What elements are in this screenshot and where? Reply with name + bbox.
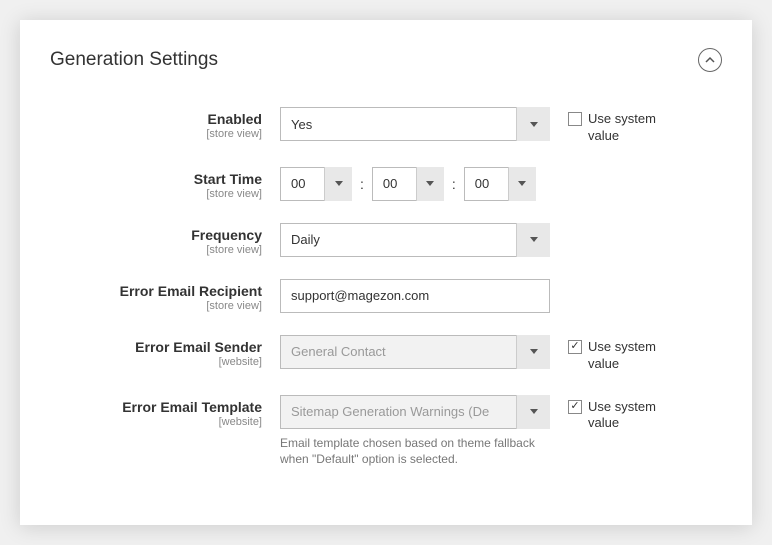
label-col: Error Email Sender [website]: [50, 335, 280, 368]
start-time-minute-value[interactable]: [372, 167, 444, 201]
frequency-label: Frequency: [50, 227, 262, 243]
row-start-time: Start Time [store view] : :: [50, 167, 722, 201]
error-recipient-scope: [store view]: [50, 300, 262, 312]
error-template-scope: [website]: [50, 416, 262, 428]
control-col: [280, 335, 550, 369]
control-col: [280, 223, 550, 257]
frequency-select-value[interactable]: [280, 223, 550, 257]
start-time-second-value[interactable]: [464, 167, 536, 201]
use-system-label: Use system value: [588, 339, 678, 373]
use-system-label: Use system value: [588, 111, 678, 145]
start-time-second-select[interactable]: [464, 167, 536, 201]
error-sender-scope: [website]: [50, 356, 262, 368]
label-col: Frequency [store view]: [50, 223, 280, 256]
enabled-select-value[interactable]: [280, 107, 550, 141]
control-col: : :: [280, 167, 550, 201]
start-time-group: : :: [280, 167, 550, 201]
start-time-scope: [store view]: [50, 188, 262, 200]
extra-col: Use system value: [550, 335, 678, 373]
panel-title: Generation Settings: [50, 49, 218, 71]
frequency-select[interactable]: [280, 223, 550, 257]
control-col: Email template chosen based on theme fal…: [280, 395, 550, 469]
start-time-label: Start Time: [50, 171, 262, 187]
enabled-label: Enabled: [50, 111, 262, 127]
enabled-use-system-checkbox[interactable]: Use system value: [568, 111, 678, 145]
extra-col: Use system value: [550, 395, 678, 433]
label-col: Error Email Recipient [store view]: [50, 279, 280, 312]
start-time-hour-value[interactable]: [280, 167, 352, 201]
row-error-recipient: Error Email Recipient [store view]: [50, 279, 722, 313]
panel-header: Generation Settings: [50, 48, 722, 72]
enabled-scope: [store view]: [50, 128, 262, 140]
checkbox-icon: [568, 112, 582, 126]
row-error-sender: Error Email Sender [website] Use system …: [50, 335, 722, 373]
frequency-scope: [store view]: [50, 244, 262, 256]
checkbox-checked-icon: [568, 400, 582, 414]
checkbox-checked-icon: [568, 340, 582, 354]
start-time-minute-select[interactable]: [372, 167, 444, 201]
enabled-select[interactable]: [280, 107, 550, 141]
error-recipient-input[interactable]: [280, 279, 550, 313]
error-sender-label: Error Email Sender: [50, 339, 262, 355]
collapse-toggle-button[interactable]: [698, 48, 722, 72]
row-enabled: Enabled [store view] Use system value: [50, 107, 722, 145]
use-system-label: Use system value: [588, 399, 678, 433]
error-template-value: [280, 395, 550, 429]
row-error-template: Error Email Template [website] Email tem…: [50, 395, 722, 469]
label-col: Error Email Template [website]: [50, 395, 280, 428]
error-template-label: Error Email Template: [50, 399, 262, 415]
start-time-hour-select[interactable]: [280, 167, 352, 201]
label-col: Enabled [store view]: [50, 107, 280, 140]
label-col: Start Time [store view]: [50, 167, 280, 200]
error-template-use-system-checkbox[interactable]: Use system value: [568, 399, 678, 433]
error-sender-use-system-checkbox[interactable]: Use system value: [568, 339, 678, 373]
time-separator: :: [358, 176, 366, 192]
control-col: [280, 107, 550, 141]
error-template-select: [280, 395, 550, 429]
time-separator: :: [450, 176, 458, 192]
error-sender-select: [280, 335, 550, 369]
error-sender-value: [280, 335, 550, 369]
extra-col: Use system value: [550, 107, 678, 145]
control-col: [280, 279, 550, 313]
error-recipient-label: Error Email Recipient: [50, 283, 262, 299]
row-frequency: Frequency [store view]: [50, 223, 722, 257]
generation-settings-panel: Generation Settings Enabled [store view]…: [20, 20, 752, 525]
chevron-up-icon: [705, 55, 715, 65]
error-template-helper: Email template chosen based on theme fal…: [280, 435, 550, 469]
